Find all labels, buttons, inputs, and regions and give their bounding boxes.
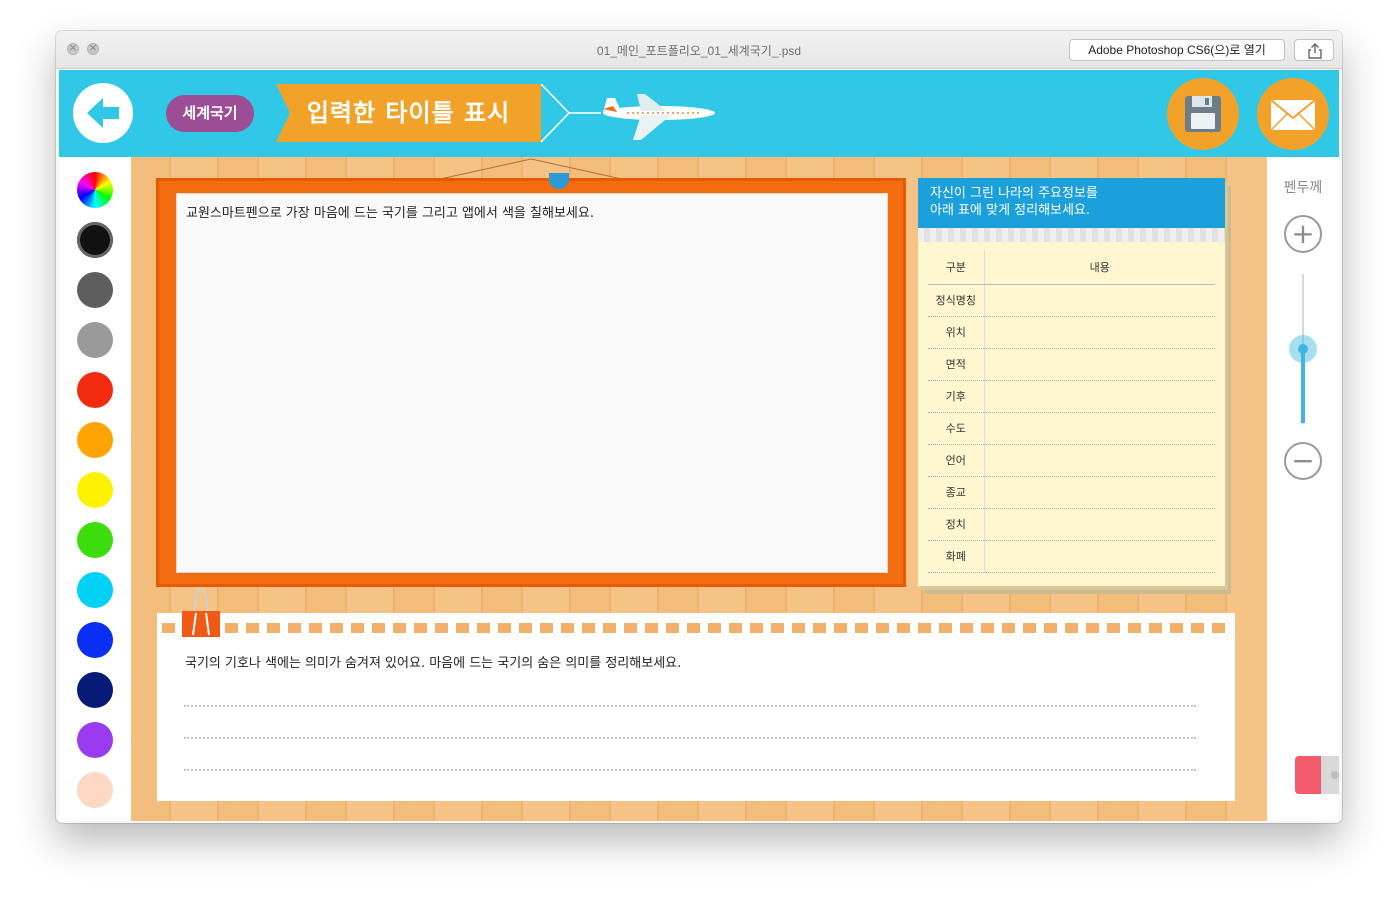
- airplane-icon: [541, 84, 715, 143]
- row-value-cell[interactable]: [984, 284, 1215, 317]
- color-swatch-blue[interactable]: [77, 622, 113, 658]
- row-value-cell[interactable]: [984, 508, 1215, 541]
- app-content: 세계국기 입력한 타이틀 표시 교원스마트펜으로 가장 마음에 드는 국기를 그…: [59, 70, 1339, 821]
- row-label: 정식명칭: [928, 284, 985, 317]
- table-row: 정식명칭: [928, 284, 1215, 317]
- table-row: 화폐: [928, 540, 1215, 573]
- row-label: 면적: [928, 348, 985, 381]
- row-value-cell[interactable]: [984, 476, 1215, 509]
- memo-input-line[interactable]: [184, 737, 1196, 739]
- color-swatch-gray[interactable]: [77, 322, 113, 358]
- table-row: 위치: [928, 316, 1215, 349]
- row-value-cell[interactable]: [984, 348, 1215, 381]
- table-row: 수도: [928, 412, 1215, 445]
- info-heading-line1: 자신이 그린 나라의 주요정보를: [930, 186, 1098, 201]
- category-badge: 세계국기: [166, 95, 254, 132]
- table-row: 종교: [928, 476, 1215, 509]
- color-swatch-navy[interactable]: [77, 672, 113, 708]
- color-swatch-dark-gray[interactable]: [77, 272, 113, 308]
- info-note-header: 자신이 그린 나라의 주요정보를 아래 표에 맞게 정리해보세요.: [918, 178, 1225, 228]
- minus-icon: −: [1291, 444, 1315, 477]
- table-row: 기후: [928, 380, 1215, 413]
- row-label: 위치: [928, 316, 985, 349]
- pen-thickness-label: 펜두께: [1283, 180, 1323, 196]
- row-value-cell[interactable]: [984, 444, 1215, 477]
- torn-edge: [918, 228, 1225, 242]
- plus-icon: +: [1291, 217, 1315, 250]
- row-label: 수도: [928, 412, 985, 445]
- wood-board: 교원스마트펜으로 가장 마음에 드는 국기를 그리고 앱에서 색을 칠해보세요.…: [131, 157, 1267, 821]
- share-button[interactable]: [1294, 39, 1334, 61]
- memo-prompt: 국기의 기호나 색에는 의미가 숨겨져 있어요. 마음에 드는 국기의 숨은 의…: [185, 656, 682, 671]
- color-swatch-red[interactable]: [77, 372, 113, 408]
- title-ribbon: 입력한 타이틀 표시: [276, 84, 541, 142]
- row-value-cell[interactable]: [984, 380, 1215, 413]
- color-swatch-rainbow[interactable]: [77, 172, 113, 208]
- table-row: 면적: [928, 348, 1215, 381]
- decrease-thickness-button[interactable]: −: [1284, 442, 1322, 480]
- pin-icon: [549, 173, 569, 189]
- save-button[interactable]: [1167, 78, 1239, 150]
- increase-thickness-button[interactable]: +: [1284, 215, 1322, 253]
- pen-thickness-panel: 펜두께 + −: [1267, 157, 1339, 821]
- color-swatch-black[interactable]: [77, 222, 113, 258]
- row-label: 기후: [928, 380, 985, 413]
- row-label: 정치: [928, 508, 985, 541]
- row-value-cell[interactable]: [984, 316, 1215, 349]
- color-swatch-cyan[interactable]: [77, 572, 113, 608]
- mail-button[interactable]: [1257, 78, 1329, 150]
- app-window: 01_메인_포트폴리오_01_세계국기_.psd Adobe Photoshop…: [56, 31, 1342, 823]
- table-row: 정치: [928, 508, 1215, 541]
- color-swatch-yellow[interactable]: [77, 472, 113, 508]
- floppy-disk-icon: [1185, 96, 1221, 132]
- envelope-icon: [1270, 99, 1316, 131]
- row-value-cell[interactable]: [984, 412, 1215, 445]
- info-table: 구분 내용 정식명칭 위치 면적 기후 수도 언어 종교 정치 화폐: [928, 250, 1215, 573]
- memo-input-line[interactable]: [184, 769, 1196, 771]
- open-with-photoshop-button[interactable]: Adobe Photoshop CS6(으)로 열기: [1069, 39, 1285, 61]
- back-button[interactable]: [73, 83, 133, 143]
- binder-clip-icon: [182, 589, 220, 637]
- title-bar: 01_메인_포트폴리오_01_세계국기_.psd Adobe Photoshop…: [56, 31, 1342, 69]
- table-row: 언어: [928, 444, 1215, 477]
- row-label: 종교: [928, 476, 985, 509]
- share-icon: [1308, 43, 1322, 59]
- row-label: 언어: [928, 444, 985, 477]
- info-col-category: 구분: [928, 250, 985, 285]
- info-heading-line2: 아래 표에 맞게 정리해보세요.: [930, 203, 1091, 218]
- thickness-slider-thumb[interactable]: [1289, 335, 1317, 363]
- color-swatch-peach[interactable]: [77, 772, 113, 808]
- row-value-cell[interactable]: [984, 540, 1215, 573]
- color-palette: [59, 157, 131, 821]
- info-table-header: 구분 내용: [928, 250, 1215, 285]
- drawing-canvas[interactable]: 교원스마트펜으로 가장 마음에 드는 국기를 그리고 앱에서 색을 칠해보세요.: [176, 193, 888, 573]
- color-swatch-green[interactable]: [77, 522, 113, 558]
- drawing-frame: 교원스마트펜으로 가장 마음에 드는 국기를 그리고 앱에서 색을 칠해보세요.: [156, 173, 906, 587]
- page-title[interactable]: 입력한 타이틀 표시: [276, 84, 541, 142]
- memo-card: 국기의 기호나 색에는 의미가 숨겨져 있어요. 마음에 드는 국기의 숨은 의…: [157, 589, 1235, 801]
- eraser-icon[interactable]: [1295, 752, 1339, 798]
- color-swatch-purple[interactable]: [77, 722, 113, 758]
- color-swatch-orange[interactable]: [77, 422, 113, 458]
- row-label: 화폐: [928, 540, 985, 573]
- back-arrow-icon: [87, 98, 119, 128]
- perforation-strip: [162, 623, 1230, 633]
- info-note: 자신이 그린 나라의 주요정보를 아래 표에 맞게 정리해보세요. 구분 내용 …: [918, 178, 1225, 586]
- app-header: 세계국기 입력한 타이틀 표시: [59, 70, 1339, 157]
- info-col-content: 내용: [984, 250, 1215, 285]
- drawing-prompt: 교원스마트펜으로 가장 마음에 드는 국기를 그리고 앱에서 색을 칠해보세요.: [186, 206, 594, 221]
- memo-input-line[interactable]: [184, 705, 1196, 707]
